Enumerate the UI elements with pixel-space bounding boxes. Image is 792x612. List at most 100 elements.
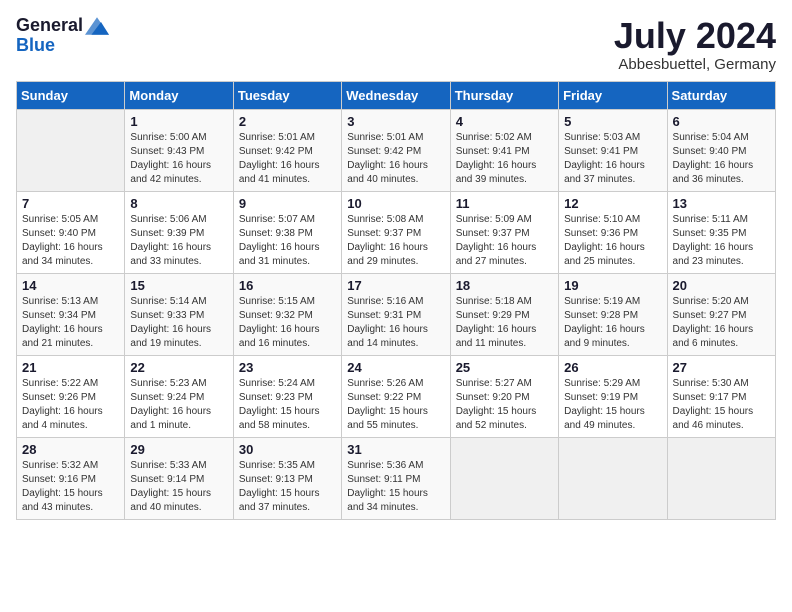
day-number: 8 (130, 196, 227, 211)
logo-general: General (16, 16, 83, 36)
calendar-cell: 26 Sunrise: 5:29 AMSunset: 9:19 PMDayligh… (559, 355, 667, 437)
day-info: Sunrise: 5:18 AMSunset: 9:29 PMDaylight:… (456, 295, 553, 351)
day-info: Sunrise: 5:07 AMSunset: 9:38 PMDaylight:… (239, 213, 336, 269)
day-number: 13 (673, 196, 770, 211)
day-header-saturday: Saturday (667, 81, 775, 109)
calendar-cell: 29 Sunrise: 5:33 AMSunset: 9:14 PMDayligh… (125, 437, 233, 519)
day-header-wednesday: Wednesday (342, 81, 450, 109)
calendar-cell: 19Sunrise: 5:19 AMSunset: 9:28 PMDayligh… (559, 273, 667, 355)
calendar-cell: 28 Sunrise: 5:32 AMSunset: 9:16 PMDayligh… (17, 437, 125, 519)
calendar-cell: 25 Sunrise: 5:27 AMSunset: 9:20 PMDayligh… (450, 355, 558, 437)
calendar-cell: 11Sunrise: 5:09 AMSunset: 9:37 PMDayligh… (450, 191, 558, 273)
day-number: 24 (347, 360, 444, 375)
day-number: 25 (456, 360, 553, 375)
day-info: Sunrise: 5:10 AMSunset: 9:36 PMDaylight:… (564, 213, 661, 269)
day-number: 19 (564, 278, 661, 293)
day-number: 30 (239, 442, 336, 457)
title-block: July 2024 Abbesbuettel, Germany (614, 16, 776, 73)
calendar-cell: 7 Sunrise: 5:05 AMSunset: 9:40 PMDaylight… (17, 191, 125, 273)
day-number: 17 (347, 278, 444, 293)
calendar-cell (17, 109, 125, 191)
calendar-cell: 22Sunrise: 5:23 AMSunset: 9:24 PMDayligh… (125, 355, 233, 437)
day-number: 27 (673, 360, 770, 375)
calendar-cell: 24 Sunrise: 5:26 AMSunset: 9:22 PMDayligh… (342, 355, 450, 437)
calendar-cell: 10Sunrise: 5:08 AMSunset: 9:37 PMDayligh… (342, 191, 450, 273)
day-info: Sunrise: 5:14 AMSunset: 9:33 PMDaylight:… (130, 295, 227, 351)
day-number: 21 (22, 360, 119, 375)
day-info: Sunrise: 5:26 AMSunset: 9:22 PMDaylight:… (347, 377, 444, 433)
logo-blue: Blue (16, 36, 109, 56)
calendar-cell: 13Sunrise: 5:11 AMSunset: 9:35 PMDayligh… (667, 191, 775, 273)
day-number: 7 (22, 196, 119, 211)
day-info: Sunrise: 5:04 AMSunset: 9:40 PMDaylight:… (673, 131, 770, 187)
calendar-week-row: 28 Sunrise: 5:32 AMSunset: 9:16 PMDayligh… (17, 437, 776, 519)
day-number: 6 (673, 114, 770, 129)
day-number: 20 (673, 278, 770, 293)
day-info: Sunrise: 5:27 AMSunset: 9:20 PMDaylight:… (456, 377, 553, 433)
calendar-cell: 23 Sunrise: 5:24 AMSunset: 9:23 PMDayligh… (233, 355, 341, 437)
day-info: Sunrise: 5:02 AMSunset: 9:41 PMDaylight:… (456, 131, 553, 187)
day-info: Sunrise: 5:03 AMSunset: 9:41 PMDaylight:… (564, 131, 661, 187)
calendar-cell: 31 Sunrise: 5:36 AMSunset: 9:11 PMDayligh… (342, 437, 450, 519)
location-subtitle: Abbesbuettel, Germany (614, 56, 776, 73)
day-number: 10 (347, 196, 444, 211)
calendar-cell: 12 Sunrise: 5:10 AMSunset: 9:36 PMDayligh… (559, 191, 667, 273)
calendar-cell: 1 Sunrise: 5:00 AMSunset: 9:43 PMDaylight… (125, 109, 233, 191)
calendar-cell: 2Sunrise: 5:01 AMSunset: 9:42 PMDaylight… (233, 109, 341, 191)
day-info: Sunrise: 5:22 AMSunset: 9:26 PMDaylight:… (22, 377, 119, 433)
calendar-cell: 3Sunrise: 5:01 AMSunset: 9:42 PMDaylight… (342, 109, 450, 191)
day-info: Sunrise: 5:32 AMSunset: 9:16 PMDaylight:… (22, 459, 119, 515)
calendar-cell: 20 Sunrise: 5:20 AMSunset: 9:27 PMDayligh… (667, 273, 775, 355)
day-number: 31 (347, 442, 444, 457)
day-number: 12 (564, 196, 661, 211)
day-info: Sunrise: 5:36 AMSunset: 9:11 PMDaylight:… (347, 459, 444, 515)
calendar-table: SundayMondayTuesdayWednesdayThursdayFrid… (16, 81, 776, 520)
day-header-monday: Monday (125, 81, 233, 109)
day-number: 1 (130, 114, 227, 129)
logo-icon (85, 17, 109, 35)
calendar-cell: 30 Sunrise: 5:35 AMSunset: 9:13 PMDayligh… (233, 437, 341, 519)
day-number: 5 (564, 114, 661, 129)
calendar-cell: 16 Sunrise: 5:15 AMSunset: 9:32 PMDayligh… (233, 273, 341, 355)
day-header-sunday: Sunday (17, 81, 125, 109)
month-year-title: July 2024 (614, 16, 776, 56)
day-number: 14 (22, 278, 119, 293)
day-info: Sunrise: 5:15 AMSunset: 9:32 PMDaylight:… (239, 295, 336, 351)
calendar-cell: 4 Sunrise: 5:02 AMSunset: 9:41 PMDaylight… (450, 109, 558, 191)
day-number: 16 (239, 278, 336, 293)
page-header: General Blue July 2024 Abbesbuettel, Ger… (16, 16, 776, 73)
day-info: Sunrise: 5:00 AMSunset: 9:43 PMDaylight:… (130, 131, 227, 187)
calendar-cell: 6 Sunrise: 5:04 AMSunset: 9:40 PMDaylight… (667, 109, 775, 191)
day-info: Sunrise: 5:16 AMSunset: 9:31 PMDaylight:… (347, 295, 444, 351)
day-number: 22 (130, 360, 227, 375)
day-info: Sunrise: 5:13 AMSunset: 9:34 PMDaylight:… (22, 295, 119, 351)
calendar-week-row: 14 Sunrise: 5:13 AMSunset: 9:34 PMDayligh… (17, 273, 776, 355)
calendar-cell: 5 Sunrise: 5:03 AMSunset: 9:41 PMDaylight… (559, 109, 667, 191)
day-number: 23 (239, 360, 336, 375)
calendar-week-row: 1 Sunrise: 5:00 AMSunset: 9:43 PMDaylight… (17, 109, 776, 191)
day-info: Sunrise: 5:29 AMSunset: 9:19 PMDaylight:… (564, 377, 661, 433)
day-info: Sunrise: 5:24 AMSunset: 9:23 PMDaylight:… (239, 377, 336, 433)
day-number: 26 (564, 360, 661, 375)
day-number: 4 (456, 114, 553, 129)
day-info: Sunrise: 5:33 AMSunset: 9:14 PMDaylight:… (130, 459, 227, 515)
day-number: 28 (22, 442, 119, 457)
calendar-cell: 17 Sunrise: 5:16 AMSunset: 9:31 PMDayligh… (342, 273, 450, 355)
day-info: Sunrise: 5:20 AMSunset: 9:27 PMDaylight:… (673, 295, 770, 351)
day-number: 29 (130, 442, 227, 457)
calendar-cell: 18 Sunrise: 5:18 AMSunset: 9:29 PMDayligh… (450, 273, 558, 355)
calendar-cell: 9Sunrise: 5:07 AMSunset: 9:38 PMDaylight… (233, 191, 341, 273)
day-number: 18 (456, 278, 553, 293)
day-info: Sunrise: 5:01 AMSunset: 9:42 PMDaylight:… (347, 131, 444, 187)
calendar-week-row: 7 Sunrise: 5:05 AMSunset: 9:40 PMDaylight… (17, 191, 776, 273)
day-info: Sunrise: 5:35 AMSunset: 9:13 PMDaylight:… (239, 459, 336, 515)
day-info: Sunrise: 5:09 AMSunset: 9:37 PMDaylight:… (456, 213, 553, 269)
day-header-tuesday: Tuesday (233, 81, 341, 109)
day-info: Sunrise: 5:30 AMSunset: 9:17 PMDaylight:… (673, 377, 770, 433)
calendar-cell: 27 Sunrise: 5:30 AMSunset: 9:17 PMDayligh… (667, 355, 775, 437)
day-info: Sunrise: 5:05 AMSunset: 9:40 PMDaylight:… (22, 213, 119, 269)
calendar-cell (667, 437, 775, 519)
calendar-header-row: SundayMondayTuesdayWednesdayThursdayFrid… (17, 81, 776, 109)
calendar-cell: 15 Sunrise: 5:14 AMSunset: 9:33 PMDayligh… (125, 273, 233, 355)
day-number: 15 (130, 278, 227, 293)
